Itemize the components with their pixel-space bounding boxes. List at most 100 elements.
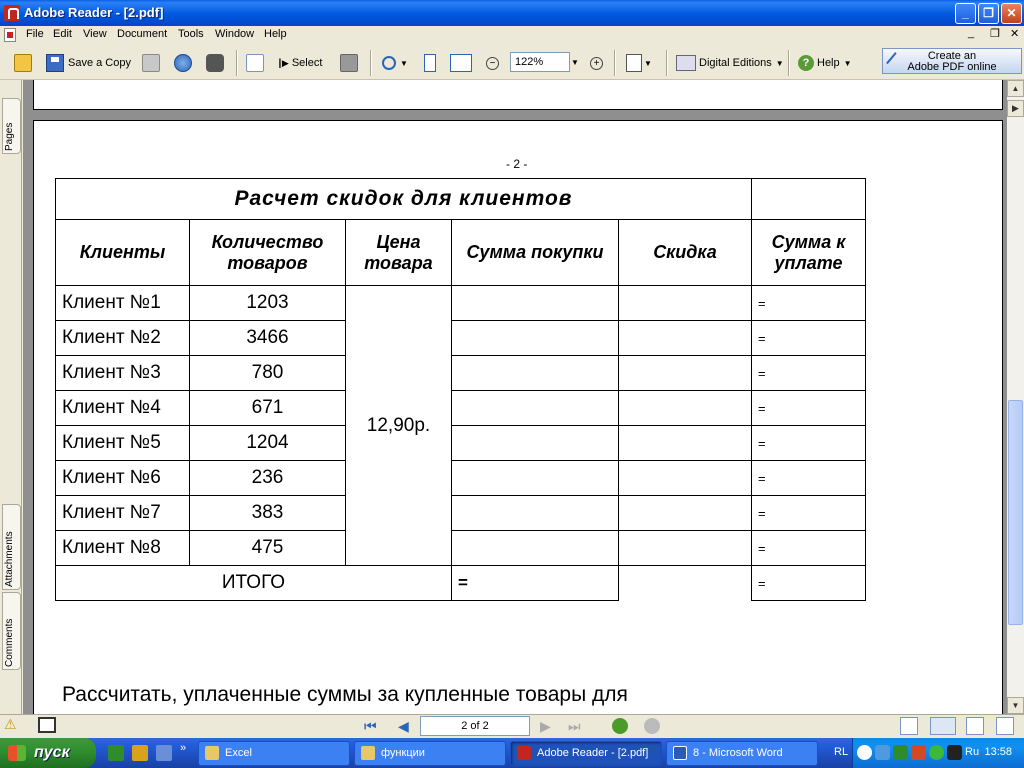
next-page-button[interactable]: ▶ <box>540 718 551 735</box>
zoom-in-tool-button[interactable]: ▼ <box>382 52 408 74</box>
doc-close-button[interactable]: ✕ <box>1010 27 1019 40</box>
language-indicator[interactable]: RL <box>834 746 848 758</box>
search-button[interactable] <box>206 52 224 74</box>
single-page-view-button[interactable] <box>900 717 918 735</box>
last-page-button[interactable]: ⏭ <box>568 718 581 735</box>
hand-tool-button[interactable] <box>246 52 264 74</box>
scroll-up-button[interactable]: ▲ <box>1007 80 1024 97</box>
adobe-reader-icon <box>517 746 531 760</box>
taskbar-item-adobe-reader[interactable]: Adobe Reader - [2.pdf] <box>510 741 662 766</box>
select-tool-button[interactable]: I ▶ Select <box>278 52 322 74</box>
email-button[interactable] <box>174 52 192 74</box>
page-rotate-icon <box>626 54 642 72</box>
zoom-input[interactable]: 122% <box>510 52 570 72</box>
go-back-icon[interactable] <box>612 718 628 734</box>
menu-window[interactable]: Window <box>215 28 254 40</box>
menu-document[interactable]: Document <box>117 28 167 40</box>
doc-minimize-button[interactable]: _ <box>968 27 974 39</box>
restore-button[interactable]: ❐ <box>978 3 999 24</box>
tab-comments[interactable]: Comments <box>2 592 21 670</box>
quantity-cell: 1204 <box>189 425 346 461</box>
taskbar: пуск » Excel функции Adobe Reader - [2.p… <box>0 738 1024 768</box>
vertical-scrollbar[interactable]: ▲ ▶ ▼ <box>1007 80 1024 714</box>
zoom-dropdown-icon[interactable]: ▼ <box>571 58 579 67</box>
sum-cell <box>451 390 619 426</box>
tray-update-icon[interactable] <box>929 745 944 760</box>
tab-pages[interactable]: Pages <box>2 98 21 154</box>
quicklaunch-messenger-icon[interactable] <box>132 745 148 761</box>
total-discount-empty <box>619 566 752 601</box>
rotate-button[interactable]: ▼ <box>626 52 652 74</box>
quantity-cell: 3466 <box>189 320 346 356</box>
arrow-icon: ▶ <box>281 57 289 68</box>
scroll-down-button[interactable]: ▼ <box>1007 697 1024 714</box>
discount-cell <box>618 495 752 531</box>
previous-page-button[interactable]: ◀ <box>398 718 409 735</box>
tray-security-icon[interactable] <box>911 745 926 760</box>
tray-volume-muted-icon[interactable] <box>947 745 962 760</box>
go-forward-icon[interactable] <box>644 718 660 734</box>
tab-attachments[interactable]: Attachments <box>2 504 21 590</box>
pay-cell: = <box>751 530 866 566</box>
quantity-cell: 671 <box>189 390 346 426</box>
tray-language[interactable]: Ru <box>965 746 979 758</box>
menu-tools[interactable]: Tools <box>178 28 204 40</box>
client-cell: Клиент №3 <box>55 355 190 391</box>
toolbar-separator <box>236 50 238 76</box>
document-view[interactable]: - 2 - Расчет скидок для клиентов Клиенты… <box>23 80 1007 714</box>
create-pdf-online-button[interactable]: Create an Adobe PDF online <box>882 48 1022 74</box>
page-indicator-input[interactable]: 2 of 2 <box>420 716 530 736</box>
snapshot-button[interactable] <box>340 52 358 74</box>
zoom-out-button[interactable]: − <box>486 52 499 74</box>
client-cell: Клиент №1 <box>55 285 190 321</box>
tray-back-icon[interactable] <box>857 745 872 760</box>
sum-cell <box>451 425 619 461</box>
start-button[interactable]: пуск <box>0 738 96 768</box>
facing-view-button[interactable] <box>966 717 984 735</box>
client-cell: Клиент №5 <box>55 425 190 461</box>
help-button[interactable]: ? Help ▼ <box>798 52 852 74</box>
quantity-cell: 1203 <box>189 285 346 321</box>
taskbar-item-functions[interactable]: функции <box>354 741 506 766</box>
zoom-in-button[interactable]: + <box>590 52 603 74</box>
first-page-button[interactable]: ⏮ <box>364 718 377 735</box>
tray-app-icon[interactable] <box>893 745 908 760</box>
menu-file[interactable]: File <box>26 28 44 40</box>
taskbar-item-word[interactable]: 8 - Microsoft Word <box>666 741 818 766</box>
tray-network-icon[interactable] <box>875 745 890 760</box>
quicklaunch-media-icon[interactable] <box>156 745 172 761</box>
print-button[interactable] <box>142 52 160 74</box>
pay-cell: = <box>751 390 866 426</box>
open-button[interactable] <box>14 52 32 74</box>
table-title-empty-cell <box>751 178 866 220</box>
doc-restore-button[interactable]: ❐ <box>990 27 1000 40</box>
quicklaunch-app-icon[interactable] <box>108 745 124 761</box>
menu-edit[interactable]: Edit <box>53 28 72 40</box>
fit-width-button[interactable] <box>450 52 472 74</box>
menu-help[interactable]: Help <box>264 28 287 40</box>
open-folder-icon <box>14 54 32 72</box>
minimize-button[interactable]: _ <box>955 3 976 24</box>
client-cell: Клиент №7 <box>55 495 190 531</box>
digital-editions-button[interactable]: Digital Editions ▼ <box>676 52 784 74</box>
close-button[interactable]: ✕ <box>1001 3 1022 24</box>
taskbar-item-excel[interactable]: Excel <box>198 741 350 766</box>
quicklaunch-expand-icon[interactable]: » <box>180 742 186 754</box>
fit-height-button[interactable] <box>424 52 436 74</box>
discount-cell <box>618 390 752 426</box>
document-icon[interactable] <box>4 28 16 42</box>
security-warning-icon[interactable]: ⚠ <box>4 716 17 733</box>
table-row: Клиент №5 1204 = <box>55 425 866 461</box>
save-copy-button[interactable]: Save a Copy <box>46 52 131 74</box>
scroll-thumb[interactable] <box>1008 400 1023 625</box>
client-cell: Клиент №8 <box>55 530 190 566</box>
monitor-icon[interactable] <box>38 717 56 733</box>
menu-view[interactable]: View <box>83 28 107 40</box>
header-to-pay: Сумма к уплате <box>751 219 866 286</box>
folder-icon <box>205 746 219 760</box>
split-pane-icon[interactable]: ▶ <box>1007 100 1024 117</box>
continuous-view-button[interactable] <box>930 717 956 735</box>
dropdown-arrow-icon: ▼ <box>400 58 408 68</box>
continuous-facing-view-button[interactable] <box>996 717 1014 735</box>
toolbar-separator <box>666 50 668 76</box>
